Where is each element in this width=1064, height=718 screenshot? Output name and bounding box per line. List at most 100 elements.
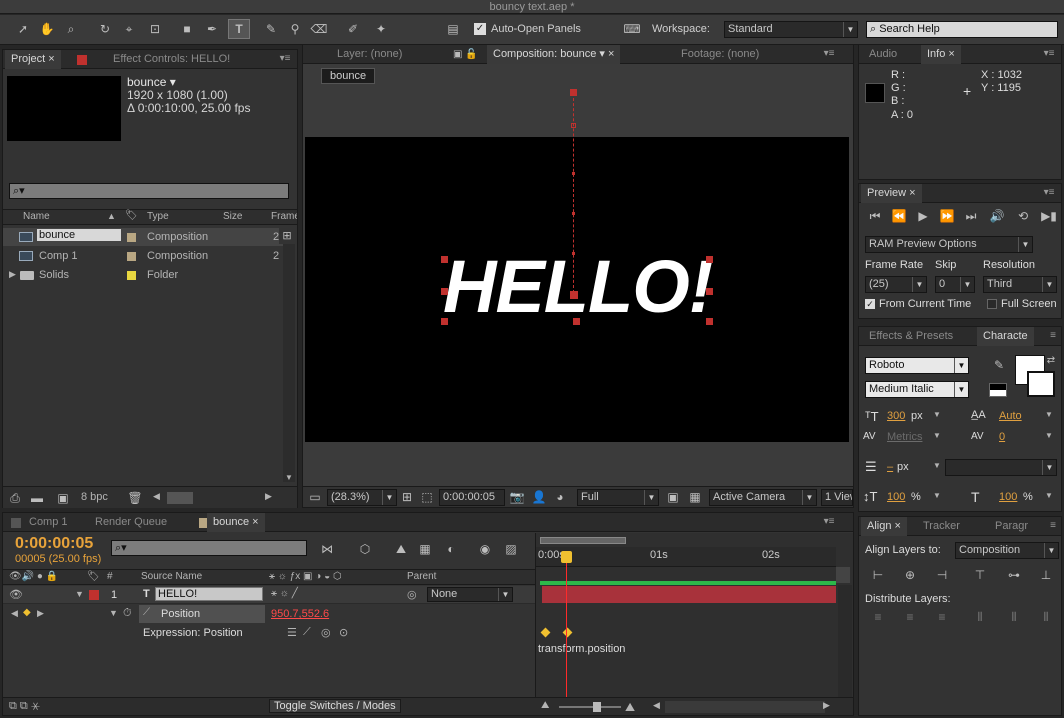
graph-editor-icon[interactable]: ◉ xyxy=(475,541,495,557)
panel-menu-icon[interactable]: ▾≡ xyxy=(1041,48,1057,60)
expand-arrow-icon[interactable]: ▼ xyxy=(109,608,118,618)
comp-breadcrumb[interactable]: bounce xyxy=(321,68,376,84)
new-folder-icon[interactable]: ▬ xyxy=(29,490,45,506)
scroll-right-icon[interactable]: ▶ xyxy=(823,700,830,711)
chevron-down-icon[interactable]: ▼ xyxy=(1045,410,1053,419)
leading-value[interactable]: Auto xyxy=(999,410,1022,422)
table-row[interactable]: ◀ ◆ ▶ ▼ ⏱ ⟋ Position 950.7,552.6 xyxy=(3,605,535,623)
visibility-eye-icon[interactable]: 👁 xyxy=(9,588,23,601)
flowchart-icon[interactable]: ⊞ xyxy=(279,228,295,244)
tracking-value[interactable]: 0 xyxy=(999,431,1005,443)
chevron-down-icon[interactable]: ▼ xyxy=(933,461,941,470)
horizontal-scrollbar[interactable] xyxy=(665,701,825,713)
frame-rate-dropdown[interactable]: (25) ▼ xyxy=(865,276,927,293)
align-vertical-center-icon[interactable]: ⊶ xyxy=(1005,567,1023,583)
ram-preview-dropdown[interactable]: RAM Preview Options ▼ xyxy=(865,236,1033,253)
horizontal-scrollbar[interactable] xyxy=(167,492,193,504)
toggle-switches-button[interactable]: Toggle Switches / Modes xyxy=(269,699,401,713)
add-keyframe-icon[interactable]: ◆ xyxy=(23,607,31,618)
anchor-point-handle[interactable] xyxy=(570,291,578,299)
distribute-hcenter-icon[interactable]: ⦀ xyxy=(1005,609,1023,625)
align-horizontal-center-icon[interactable]: ⊕ xyxy=(901,567,919,583)
snapshot-icon[interactable]: 📷 xyxy=(509,489,525,505)
expand-arrow-icon[interactable]: ▼ xyxy=(75,589,84,599)
next-keyframe-icon[interactable]: ▶ xyxy=(37,608,44,619)
channels-icon[interactable]: ◕ xyxy=(551,489,569,505)
panel-menu-icon[interactable]: ▾≡ xyxy=(821,516,837,528)
always-preview-icon[interactable]: ▭ xyxy=(307,489,323,505)
distribute-bottom-icon[interactable]: ≡ xyxy=(933,609,951,625)
align-right-icon[interactable]: ⊣ xyxy=(933,567,951,583)
new-composition-icon[interactable]: ▣ xyxy=(55,490,71,506)
chevron-down-icon[interactable]: ▼ xyxy=(933,410,941,419)
scroll-left-icon[interactable]: ◀ xyxy=(653,700,660,711)
interpret-footage-icon[interactable]: ⎙ xyxy=(7,490,23,506)
chevron-down-icon[interactable]: ▼ xyxy=(1045,491,1053,500)
ram-preview-icon[interactable]: ▶▮ xyxy=(1041,208,1057,224)
bounding-box-handle[interactable] xyxy=(706,288,713,295)
scroll-down-icon[interactable]: ▼ xyxy=(285,473,293,482)
bounding-box-handle[interactable] xyxy=(441,318,448,325)
chevron-down-icon[interactable]: ▼ xyxy=(1045,431,1053,440)
draft-3d-icon[interactable]: ⬡ xyxy=(355,541,375,557)
zoom-dropdown[interactable]: (28.3%) ▼ xyxy=(327,489,397,506)
panel-icon[interactable]: ▤ xyxy=(444,21,462,37)
list-item[interactable]: Comp 1 Composition 2 xyxy=(3,247,283,265)
col-frame[interactable]: Frame xyxy=(271,211,297,222)
bounding-box-handle[interactable] xyxy=(441,256,448,263)
preview-resolution-dropdown[interactable]: Third ▼ xyxy=(983,276,1057,293)
tab-effect-controls[interactable]: Effect Controls: HELLO! xyxy=(107,50,236,69)
last-frame-icon[interactable]: ⏭ xyxy=(963,208,979,224)
tab-layer[interactable]: Layer: (none) xyxy=(331,45,408,64)
comp-canvas[interactable]: HELLO! xyxy=(303,89,853,485)
tab-align[interactable]: Align × xyxy=(861,517,907,536)
align-to-dropdown[interactable]: Composition ▼ xyxy=(955,542,1059,559)
skip-dropdown[interactable]: 0 ▼ xyxy=(935,276,975,293)
position-value[interactable]: 950.7,552.6 xyxy=(271,608,329,620)
table-row[interactable]: 👁 ▼ 1 T HELLO! ⚹ ☼ ╱ ◎ None ▼ xyxy=(3,586,535,604)
distribute-top-icon[interactable]: ≡ xyxy=(869,609,887,625)
motion-blur-icon[interactable]: ◐ xyxy=(441,541,461,557)
layer-duration-bar[interactable] xyxy=(542,586,836,603)
horizontal-scale-value[interactable]: 100 xyxy=(999,491,1017,503)
region-of-interest-icon[interactable]: ⬚ xyxy=(419,489,435,505)
selection-tool-icon[interactable]: ➚ xyxy=(14,21,32,37)
layer-switches-icons[interactable]: ⚹ ☼ ╱ xyxy=(271,588,298,599)
align-left-icon[interactable]: ⊢ xyxy=(869,567,887,583)
bounding-box-handle[interactable] xyxy=(573,318,580,325)
puppet-pin-tool-icon[interactable]: ✦ xyxy=(372,21,390,37)
col-type[interactable]: Type xyxy=(147,211,169,222)
current-time-indicator[interactable] xyxy=(566,551,567,711)
project-scrollbar[interactable]: ▲ ▼ xyxy=(283,228,295,482)
bounding-box-handle[interactable] xyxy=(706,318,713,325)
time-graph[interactable]: 0:00s 01s 02s transform.position xyxy=(535,533,853,715)
layer-label-swatch[interactable] xyxy=(89,590,99,600)
comp-mini-flowchart-icon[interactable]: ⋈ xyxy=(317,541,337,557)
zoom-tool-icon[interactable]: ⌕ xyxy=(62,21,80,37)
current-timecode[interactable]: 0:00:00:05 xyxy=(15,535,93,553)
expression-pickwhip-icon[interactable]: ◎ xyxy=(321,626,331,639)
tab-project[interactable]: Project × xyxy=(5,50,61,69)
next-frame-icon[interactable]: ⏩ xyxy=(939,208,955,224)
brainstorm-icon[interactable]: ▨ xyxy=(501,541,521,557)
eraser-tool-icon[interactable]: ⌫ xyxy=(310,21,328,37)
views-dropdown[interactable]: 1 View xyxy=(821,489,853,506)
from-current-checkbox[interactable]: ✓ xyxy=(865,299,875,309)
scroll-left-icon[interactable]: ◀ xyxy=(153,491,160,502)
chevron-down-icon[interactable]: ▼ xyxy=(933,491,941,500)
project-search-input[interactable]: ⌕▾ xyxy=(9,183,289,199)
tab-preview[interactable]: Preview × xyxy=(861,184,922,203)
zoom-slider[interactable] xyxy=(559,706,621,708)
tab-audio[interactable]: Audio xyxy=(863,45,903,64)
layer-name[interactable]: HELLO! xyxy=(155,587,263,601)
table-row[interactable]: Expression: Position ☰ ⟋ ◎ ⊙ xyxy=(3,624,535,642)
stroke-style-dropdown[interactable]: ▼ xyxy=(945,459,1057,476)
expression-graph-icon[interactable]: ⟋ xyxy=(303,626,311,639)
tab-character[interactable]: Characte xyxy=(977,327,1034,346)
work-area-bar[interactable] xyxy=(540,537,626,544)
tab-paragraph[interactable]: Paragr xyxy=(989,517,1034,536)
scroll-right-icon[interactable]: ▶ xyxy=(265,491,272,502)
previous-frame-icon[interactable]: ⏪ xyxy=(891,208,907,224)
panel-menu-icon[interactable]: ≡ xyxy=(1045,330,1061,342)
first-frame-icon[interactable]: ⏮ xyxy=(867,208,883,224)
